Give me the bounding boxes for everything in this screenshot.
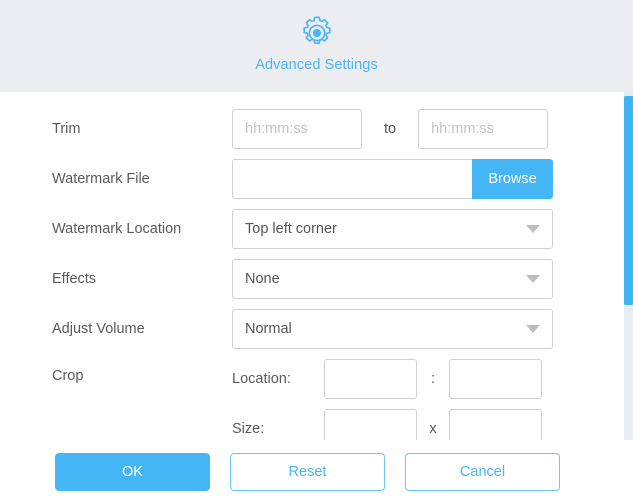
ok-button[interactable]: OK [55, 453, 210, 491]
watermark-location-select[interactable]: Top left corner [232, 209, 553, 249]
row-effects: Effects None [0, 254, 633, 304]
adjust-volume-select[interactable]: Normal [232, 309, 553, 349]
adjust-volume-label: Adjust Volume [52, 321, 145, 337]
crop-location-label: Location: [232, 371, 291, 387]
crop-size-label: Size: [232, 421, 265, 437]
watermark-file-input[interactable] [232, 159, 472, 199]
crop-size-height-input[interactable] [449, 409, 542, 440]
row-watermark-file: Watermark File Browse [0, 154, 633, 204]
chevron-down-icon [526, 325, 540, 333]
chevron-down-icon [526, 225, 540, 233]
watermark-file-group: Browse [232, 159, 553, 199]
advanced-settings-form: Trim to Watermark File Browse Watermark … [0, 92, 633, 440]
row-watermark-location: Watermark Location Top left corner [0, 204, 633, 254]
adjust-volume-value: Normal [245, 321, 292, 337]
trim-label: Trim [52, 121, 81, 137]
crop-fields: Location: : Size: x [232, 354, 542, 440]
dialog-header: Advanced Settings [0, 0, 633, 92]
adjust-volume-fields: Normal [232, 309, 553, 349]
crop-size-separator: x [429, 421, 437, 437]
reset-button[interactable]: Reset [230, 453, 385, 491]
browse-button[interactable]: Browse [472, 159, 553, 199]
watermark-location-label: Watermark Location [52, 221, 182, 237]
crop-size-line: Size: x [232, 404, 542, 440]
crop-size-width-input[interactable] [324, 409, 417, 440]
crop-location-x-input[interactable] [324, 359, 417, 399]
row-adjust-volume: Adjust Volume Normal [0, 304, 633, 354]
watermark-file-label: Watermark File [52, 171, 150, 187]
crop-label: Crop [52, 368, 84, 384]
crop-location-separator: : [430, 371, 436, 387]
watermark-file-fields: Browse [232, 159, 553, 199]
crop-location-line: Location: : [232, 354, 542, 404]
trim-end-input[interactable] [418, 109, 549, 149]
trim-fields: to [232, 109, 549, 149]
crop-location-y-input[interactable] [449, 359, 542, 399]
watermark-location-value: Top left corner [245, 221, 337, 237]
effects-label: Effects [52, 271, 97, 287]
page-title: Advanced Settings [255, 57, 378, 73]
trim-separator: to [384, 121, 397, 137]
dialog-footer: OK Reset Cancel [0, 440, 633, 504]
row-trim: Trim to [0, 104, 633, 154]
settings-scroll-area: Trim to Watermark File Browse Watermark … [0, 92, 633, 440]
scrollbar-track[interactable] [624, 92, 633, 440]
chevron-down-icon [526, 275, 540, 283]
gear-icon [297, 13, 337, 53]
effects-select[interactable]: None [232, 259, 553, 299]
effects-value: None [245, 271, 280, 287]
row-crop: Crop Location: : Size: x [0, 354, 633, 440]
scrollbar-thumb[interactable] [624, 96, 633, 305]
effects-fields: None [232, 259, 553, 299]
watermark-location-fields: Top left corner [232, 209, 553, 249]
cancel-button[interactable]: Cancel [405, 453, 560, 491]
trim-start-input[interactable] [232, 109, 362, 149]
